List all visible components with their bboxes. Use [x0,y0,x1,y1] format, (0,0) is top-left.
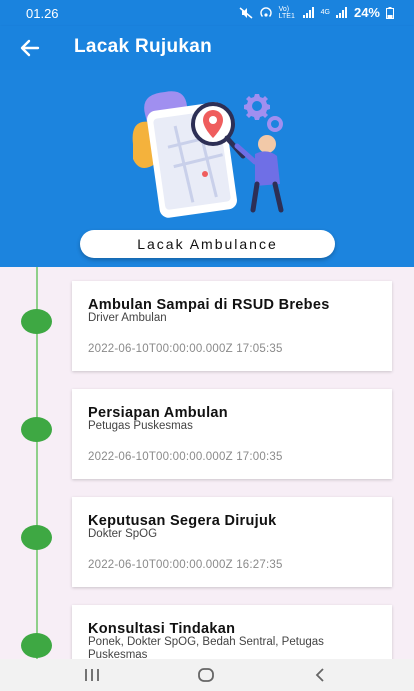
referral-timeline: Ambulan Sampai di RSUD Brebes Driver Amb… [0,267,414,659]
battery-level: 24% [353,5,380,20]
event-title: Ambulan Sampai di RSUD Brebes [88,297,330,313]
event-actor: Petugas Puskesmas [88,420,193,432]
hero-banner: Lacak Ambulance [0,70,414,267]
app-bar: Lacak Rujukan [0,26,414,70]
track-ambulance-button[interactable]: Lacak Ambulance [80,230,335,258]
timeline-dot [21,525,52,550]
recent-apps-icon[interactable] [80,666,104,684]
system-navigation-bar [0,659,414,691]
timeline-event-card[interactable]: Keputusan Segera Dirujuk Dokter SpOG 202… [72,497,392,587]
event-title: Konsultasi Tindakan [88,621,236,637]
location-search-illustration [132,91,284,218]
status-icons: Vo) LTE1 4G 24% [239,5,394,20]
timeline-event-card[interactable]: Persiapan Ambulan Petugas Puskesmas 2022… [72,389,392,479]
event-actor: Driver Ambulan [88,312,167,324]
home-icon[interactable] [194,666,218,684]
status-bar: 01.26 Vo) LTE1 4G 24% [0,0,414,26]
signal2-icon [335,7,347,18]
status-time: 01.26 [26,6,59,21]
event-timestamp: 2022-06-10T00:00:00.000Z 16:27:35 [88,559,283,571]
network-label: Vo) LTE1 [278,5,295,20]
signal-icon [302,7,314,18]
back-arrow-icon[interactable] [18,36,42,60]
event-timestamp: 2022-06-10T00:00:00.000Z 17:05:35 [88,343,283,355]
event-title: Persiapan Ambulan [88,405,228,421]
timeline-event-card[interactable]: Ambulan Sampai di RSUD Brebes Driver Amb… [72,281,392,371]
timeline-dot [21,309,52,334]
timeline-dot [21,417,52,442]
mute-icon [239,6,253,19]
timeline-dot [21,633,52,658]
back-nav-icon[interactable] [308,666,332,684]
page-title: Lacak Rujukan [74,36,213,57]
event-actor: Dokter SpOG [88,528,158,540]
event-actor: Ponek, Dokter SpOG, Bedah Sentral, Petug… [88,636,324,659]
battery-icon [386,6,394,19]
event-title: Keputusan Segera Dirujuk [88,513,277,529]
hotspot-icon [259,6,272,17]
event-timestamp: 2022-06-10T00:00:00.000Z 17:00:35 [88,451,283,463]
network2-label: 4G [320,9,330,16]
timeline-event-card[interactable]: Konsultasi Tindakan Ponek, Dokter SpOG, … [72,605,392,659]
